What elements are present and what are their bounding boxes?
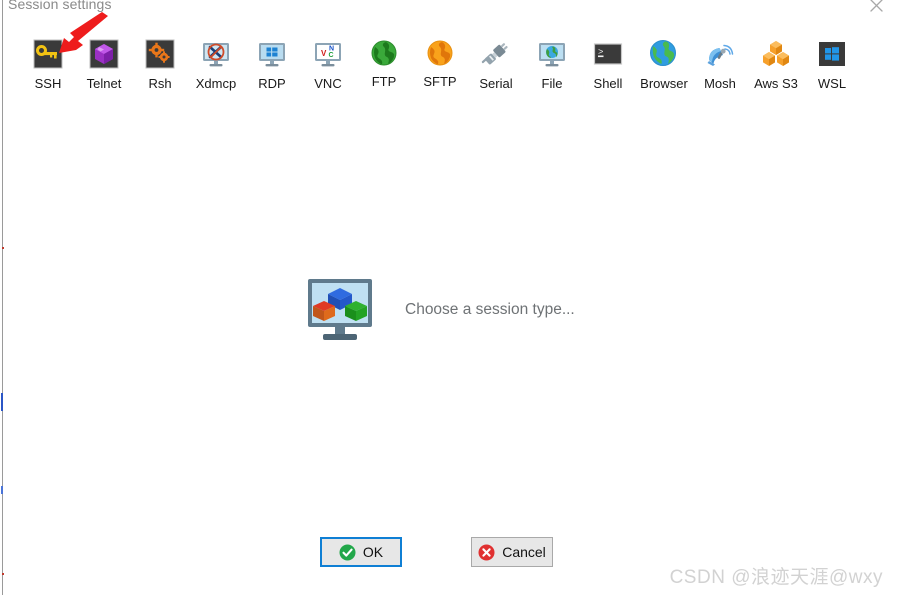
session-type-browser[interactable]: Browser [636,38,692,91]
session-type-file[interactable]: File [524,38,580,91]
session-type-label: Telnet [86,76,122,91]
cancel-button[interactable]: Cancel [471,537,553,567]
svg-text:V: V [321,49,327,58]
window-left-border [2,0,3,595]
cancel-button-label: Cancel [502,544,546,560]
file-monitor-globe-icon [536,38,568,70]
session-type-label: SSH [34,76,62,91]
session-type-sftp[interactable]: SFTP [412,38,468,89]
session-type-aws-s3[interactable]: Aws S3 [748,38,804,91]
session-type-label: RDP [258,76,286,91]
session-type-label: Shell [593,76,623,91]
background-window-sliver-red-2 [2,573,4,575]
ok-button[interactable]: OK [320,537,402,567]
session-type-label: Browser [640,76,688,91]
xdmcp-monitor-x-icon [200,38,232,70]
ssh-key-icon [32,38,64,70]
background-window-sliver-red [2,247,4,249]
background-window-sliver-blue-2 [1,486,3,494]
session-type-label: File [541,76,563,91]
rdp-monitor-windows-icon [256,38,288,70]
shell-terminal-icon: > [592,38,624,70]
watermark-text: CSDN @浪迹天涯@wxy [669,567,883,588]
mosh-satellite-icon [704,38,736,70]
aws-s3-cubes-icon [760,38,792,70]
green-check-icon [339,544,356,561]
session-type-label: WSL [817,76,847,91]
session-type-label: Rsh [148,76,172,91]
session-type-label: Mosh [704,76,736,91]
rsh-gears-icon [144,38,176,70]
session-type-label: VNC [314,76,342,91]
session-type-label: FTP [371,74,397,89]
window-title: Session settings [8,0,112,12]
serial-plug-icon [480,38,512,70]
title-bar: Session settings [0,0,897,22]
session-settings-dialog: Session settings SSH Telnet Rsh Xdmcp RD… [0,0,897,595]
session-type-rdp[interactable]: RDP [244,38,300,91]
ftp-green-globe-icon [369,38,399,68]
session-type-label: Serial [479,76,513,91]
monitor-cubes-icon [305,277,375,343]
session-type-toolbar: SSH Telnet Rsh Xdmcp RDP V N C VNC FTP S… [20,38,880,96]
session-type-label: Aws S3 [754,76,798,91]
session-type-vnc[interactable]: V N C VNC [300,38,356,91]
session-type-telnet[interactable]: Telnet [76,38,132,91]
session-type-ftp[interactable]: FTP [356,38,412,89]
session-type-mosh[interactable]: Mosh [692,38,748,91]
session-type-xdmcp[interactable]: Xdmcp [188,38,244,91]
placeholder-text: Choose a session type... [405,301,575,318]
session-type-ssh[interactable]: SSH [20,38,76,91]
browser-globe-icon [648,38,680,70]
session-placeholder: Choose a session type... [305,275,605,345]
session-type-label: SFTP [423,74,457,89]
red-x-icon [478,544,495,561]
background-window-sliver-blue [1,393,3,411]
session-type-rsh[interactable]: Rsh [132,38,188,91]
close-icon[interactable] [865,0,889,20]
session-type-serial[interactable]: Serial [468,38,524,91]
svg-text:C: C [329,52,334,59]
vnc-monitor-icon: V N C [312,38,344,70]
ok-button-label: OK [362,544,384,560]
session-type-wsl[interactable]: WSL [804,38,860,91]
sftp-orange-globe-icon [425,38,455,68]
telnet-gem-icon [88,38,120,70]
wsl-windows-icon [816,38,848,70]
session-type-label: Xdmcp [195,76,237,91]
session-type-shell[interactable]: > Shell [580,38,636,91]
